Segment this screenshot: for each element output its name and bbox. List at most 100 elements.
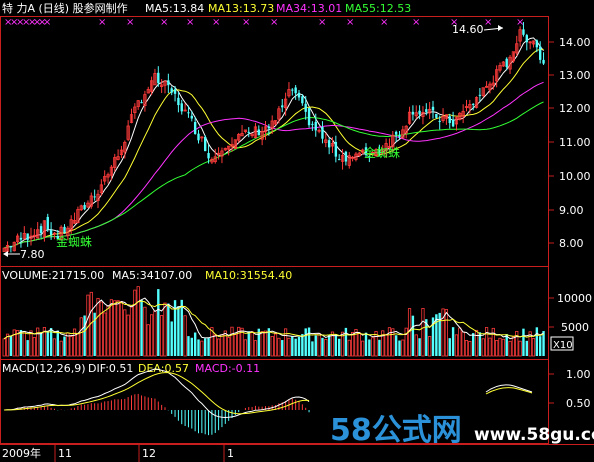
ma55-line [4,101,544,249]
candlestick [253,122,258,139]
macd-params: MACD(12,26,9) [2,362,86,375]
candlestick [431,100,435,119]
header-ma55: MA55:12.53 [345,2,411,15]
signal-marker: × [380,17,388,28]
candlestick [508,54,512,75]
volume-bar [394,335,398,356]
dea-line [4,372,310,415]
candlestick [311,121,314,131]
volume-bar [197,339,200,356]
candlestick [428,102,432,120]
price-tick-label: 13.00 [559,69,591,82]
candlestick [347,152,351,169]
x-axis-label: 2009年 [2,446,41,460]
header-ma34: MA34:13.01 [276,2,342,15]
signal-marker: × [242,17,250,28]
volume-bar [143,306,147,357]
macd-dif: DIF:0.51 [88,362,133,375]
x-axis-label: 12 [142,447,156,460]
candlestick [12,241,16,252]
volume-bar [334,333,338,356]
volume-bar [428,336,432,357]
volume-bar [531,338,536,357]
volume-bar [59,340,63,357]
candlestick [273,120,278,126]
volume-bar [123,309,127,357]
volume-bar [253,340,258,357]
price-tick-label: 9.00 [559,204,584,217]
candlestick [19,232,23,248]
candlestick [46,213,49,232]
x-axis-label: 1 [227,447,234,460]
volume-bar [338,338,341,356]
candlestick [287,82,291,98]
volume-bar [63,336,66,356]
candlestick [22,226,26,240]
volume-bar [227,337,231,357]
candlestick [304,96,307,120]
volume-bar [39,332,43,356]
candlestick [324,133,328,148]
volume-bar [518,340,522,357]
volume-bar [183,315,187,357]
macd-value: MACD:-0.11 [195,362,260,375]
volume-bar [187,336,190,356]
volume-bar [404,327,408,357]
candlestick [291,88,294,96]
volume-bar [22,331,26,357]
candlestick [542,52,545,65]
volume-bar [297,336,301,356]
volume-bar [307,327,311,356]
volume-bar [170,321,173,356]
price-panel-frame [0,16,549,267]
macd-axis: 1.00 0.50 [566,368,591,410]
candlestick [9,245,13,253]
volume-bar [421,308,425,357]
price-axis: 14.00 13.00 12.00 11.00 10.00 9.00 8.00 [559,36,591,250]
volume-bar [149,314,154,357]
candlesticks [2,22,545,256]
candlestick [177,92,180,113]
volume-bar [129,306,134,357]
candlestick [220,147,224,164]
volume-bar [488,337,492,357]
candlestick [126,120,130,142]
candlestick [257,125,260,136]
volume-bar [76,332,80,357]
candlestick [454,115,459,131]
panel-frames [0,16,549,444]
candlestick [133,103,137,119]
candlestick [72,212,77,224]
volume-bar [243,339,247,357]
volume-bar [230,326,234,357]
candlestick [307,107,311,128]
candlestick [96,189,100,209]
volume-bar [491,327,495,357]
candlestick [281,99,284,113]
volume-bar [103,312,107,357]
signal-markers: × × × × × × × × × × × × × × × × × × × × … [4,17,524,28]
volume-bar [498,337,502,357]
high-price-arrowhead [498,25,503,31]
volume-bar [270,336,274,357]
candlestick [515,35,519,56]
candlestick [444,114,449,125]
volume-bar [19,329,23,356]
dif-line [4,368,310,419]
macd-tick-label: 1.00 [566,368,591,381]
candlestick [350,155,355,162]
volume-bar [99,301,103,357]
volume-axis: 10000 5000 [557,292,592,334]
volume-value: VOLUME:21715.00 [2,269,104,282]
volume-bar [69,336,73,357]
volume-bar [26,340,29,356]
signal-marker: × [43,17,51,28]
candlestick [344,150,348,166]
volume-bar [273,333,278,357]
volume-bar [304,328,307,356]
candlestick [451,111,455,128]
candlestick [518,26,522,47]
candlestick [404,125,408,139]
volume-bar [167,303,170,356]
low-price-label: 7.80 [20,248,45,261]
